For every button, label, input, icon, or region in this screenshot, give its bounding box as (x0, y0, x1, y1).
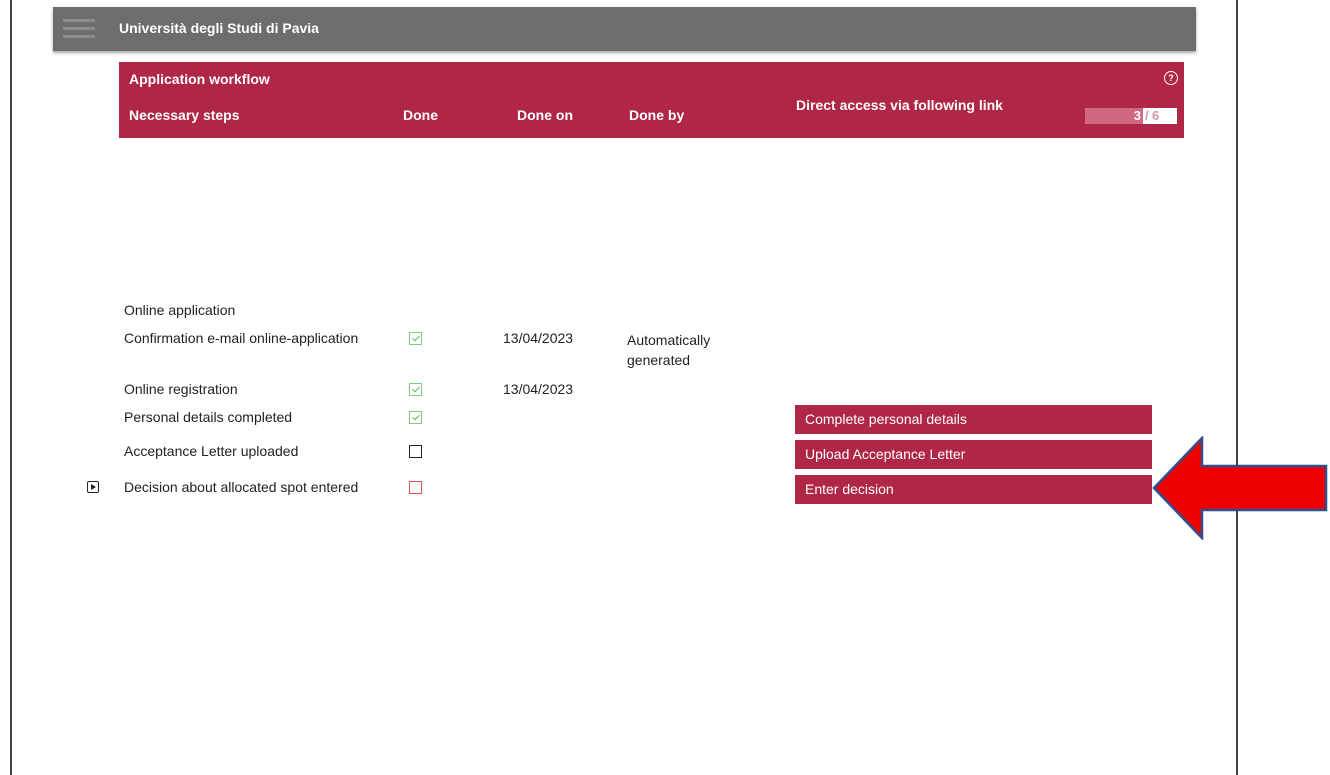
column-header-steps: Necessary steps (129, 107, 240, 123)
column-header-done-on: Done on (517, 107, 573, 123)
step-label: Personal details completed (124, 409, 293, 425)
workflow-header: Application workflow ? Necessary steps D… (119, 62, 1184, 138)
step-label: Acceptance Letter uploaded (124, 443, 299, 459)
step-progress-separator: / (1145, 108, 1149, 123)
done-checkbox-checked (409, 411, 422, 424)
page-border-left (10, 0, 12, 775)
done-by-value: Automatically generated (627, 332, 711, 368)
hamburger-icon[interactable] (63, 19, 95, 39)
column-header-done: Done (403, 107, 438, 123)
step-label: Online registration (124, 381, 238, 397)
step-progress-indicator: 3 / 6 (1085, 108, 1177, 124)
arrow-left-icon (1152, 436, 1328, 540)
workflow-title: Application workflow (129, 71, 270, 87)
done-checkbox-empty (409, 445, 422, 458)
top-bar: Università degli Studi di Pavia (53, 7, 1196, 51)
upload-acceptance-letter-button[interactable]: Upload Acceptance Letter (795, 440, 1152, 469)
done-on-date: 13/04/2023 (503, 330, 574, 346)
done-on-date: 13/04/2023 (503, 381, 574, 397)
done-checkbox-checked (409, 332, 422, 345)
step-progress-total: 6 (1152, 108, 1160, 123)
step-label: Decision about allocated spot entered (124, 479, 359, 495)
complete-personal-details-button[interactable]: Complete personal details (795, 405, 1152, 434)
enter-decision-button[interactable]: Enter decision (795, 475, 1152, 504)
column-header-done-by: Done by (629, 107, 685, 123)
done-checkbox-checked (409, 383, 422, 396)
step-label: Confirmation e-mail online-application (124, 330, 359, 346)
step-progress-fill: 3 (1085, 108, 1143, 124)
site-title[interactable]: Università degli Studi di Pavia (119, 20, 319, 36)
done-checkbox-pending (409, 481, 422, 494)
help-icon[interactable]: ? (1164, 71, 1178, 85)
step-label: Online application (124, 302, 236, 318)
step-progress-current: 3 (1133, 108, 1141, 123)
page-border-right (1236, 0, 1238, 775)
column-header-link: Direct access via following link (796, 97, 1003, 113)
play-icon[interactable] (87, 481, 99, 493)
